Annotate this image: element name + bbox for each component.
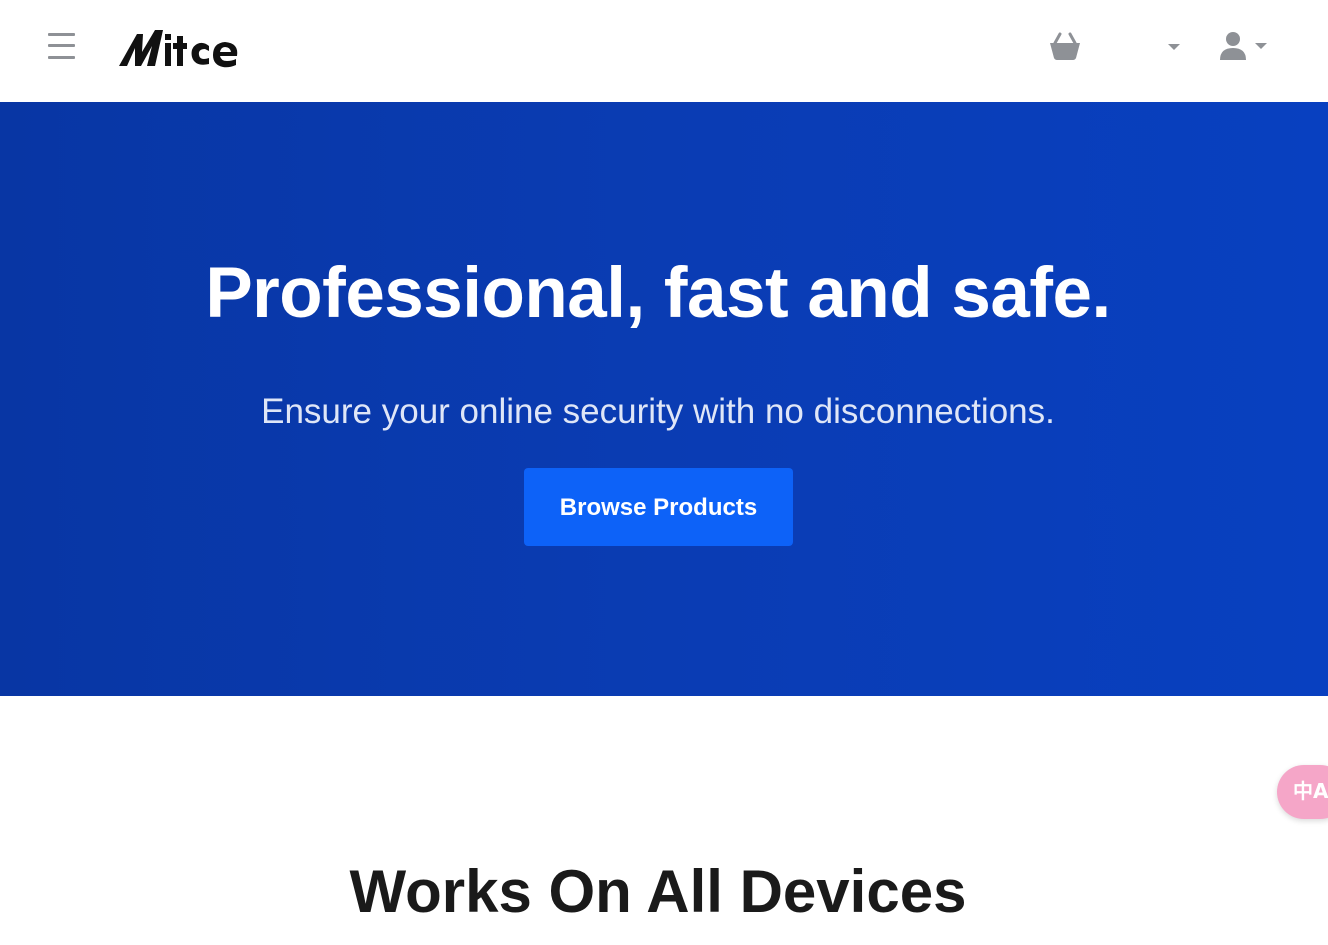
caret-down-icon (1168, 44, 1180, 50)
browse-products-button[interactable]: Browse Products (524, 468, 793, 546)
basket-icon (1050, 32, 1080, 60)
site-header (0, 0, 1328, 102)
mitce-logo-icon (119, 30, 238, 68)
hero-title: Professional, fast and safe. (205, 254, 1111, 333)
hero-subtitle: Ensure your online security with no disc… (261, 392, 1055, 431)
user-icon (1220, 32, 1267, 60)
account-button[interactable] (1214, 28, 1274, 66)
hamburger-menu-icon[interactable] (46, 31, 76, 63)
hero-banner: Professional, fast and safe. Ensure your… (0, 102, 1328, 696)
translate-icon: 中A (1293, 779, 1328, 803)
translate-widget[interactable]: 中A (1277, 765, 1328, 819)
cart-button[interactable] (1046, 30, 1084, 64)
section-title: Works On All Devices (349, 858, 967, 925)
site-logo[interactable] (117, 22, 251, 72)
currency-dropdown[interactable] (1162, 38, 1186, 56)
